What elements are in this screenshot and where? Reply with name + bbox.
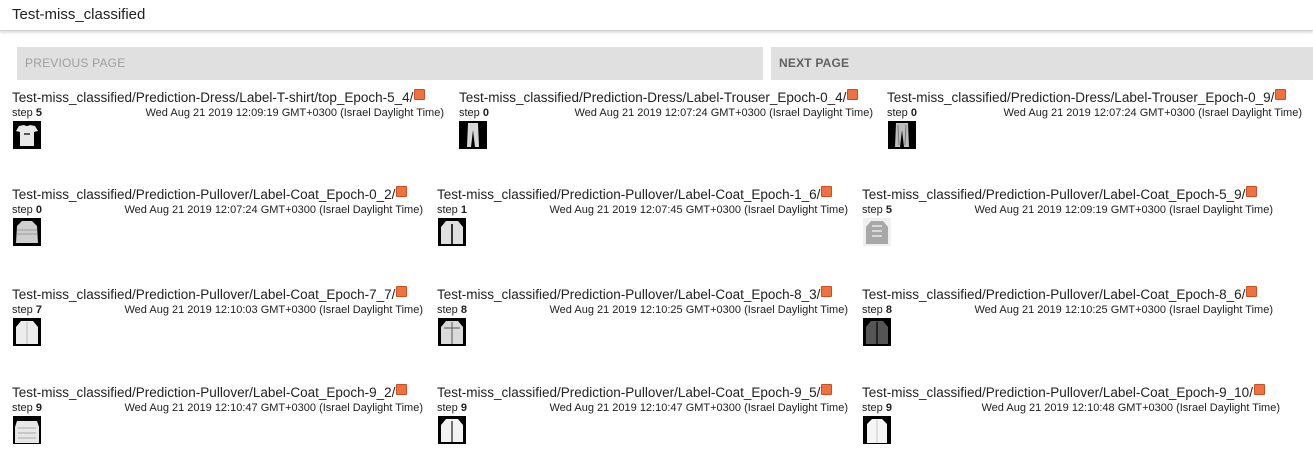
step-label: step 9 bbox=[12, 402, 42, 414]
timestamp: Wed Aug 21 2019 12:09:19 GMT+0300 (Israe… bbox=[974, 204, 1274, 216]
coat-thumbnail[interactable] bbox=[13, 416, 41, 444]
timestamp: Wed Aug 21 2019 12:10:47 GMT+0300 (Israe… bbox=[549, 402, 849, 414]
timestamp: Wed Aug 21 2019 12:07:24 GMT+0300 (Israe… bbox=[124, 204, 424, 216]
card-tag: Test-miss_classified/Prediction-Dress/La… bbox=[459, 88, 873, 106]
flag-icon[interactable] bbox=[821, 383, 833, 395]
timestamp: Wed Aug 21 2019 12:10:25 GMT+0300 (Israe… bbox=[974, 304, 1274, 316]
step-label: step 8 bbox=[862, 304, 892, 316]
timestamp: Wed Aug 21 2019 12:10:47 GMT+0300 (Israe… bbox=[124, 402, 424, 414]
image-card: Test-miss_classified/Prediction-Pullover… bbox=[437, 185, 849, 217]
flag-icon[interactable] bbox=[396, 185, 408, 197]
coat-thumbnail[interactable] bbox=[438, 416, 466, 444]
image-card: Test-miss_classified/Prediction-Pullover… bbox=[12, 285, 424, 317]
coat-thumbnail[interactable] bbox=[863, 318, 891, 346]
timestamp: Wed Aug 21 2019 12:10:03 GMT+0300 (Israe… bbox=[124, 304, 424, 316]
image-card: Test-miss_classified/Prediction-Dress/La… bbox=[459, 88, 874, 120]
flag-icon[interactable] bbox=[414, 88, 426, 100]
image-card: Test-miss_classified/Prediction-Pullover… bbox=[862, 185, 1274, 217]
step-label: step 7 bbox=[12, 304, 42, 316]
image-card: Test-miss_classified/Prediction-Dress/La… bbox=[887, 88, 1303, 120]
step-label: step 0 bbox=[12, 204, 42, 216]
timestamp: Wed Aug 21 2019 12:10:48 GMT+0300 (Israe… bbox=[981, 402, 1281, 414]
step-label: step 9 bbox=[862, 402, 892, 414]
step-label: step 5 bbox=[862, 204, 892, 216]
card-tag: Test-miss_classified/Prediction-Pullover… bbox=[862, 285, 1273, 303]
timestamp: Wed Aug 21 2019 12:07:45 GMT+0300 (Israe… bbox=[549, 204, 849, 216]
card-tag: Test-miss_classified/Prediction-Pullover… bbox=[862, 185, 1273, 203]
card-tag: Test-miss_classified/Prediction-Pullover… bbox=[12, 383, 423, 401]
image-card: Test-miss_classified/Prediction-Pullover… bbox=[437, 285, 849, 317]
step-label: step 5 bbox=[12, 107, 42, 119]
card-tag: Test-miss_classified/Prediction-Pullover… bbox=[862, 383, 1280, 401]
tshirt-thumbnail[interactable] bbox=[13, 121, 41, 149]
page-header: Test-miss_classified bbox=[0, 0, 1313, 31]
trouser-thumbnail[interactable] bbox=[888, 121, 916, 149]
step-label: step 8 bbox=[437, 304, 467, 316]
step-label: step 0 bbox=[887, 107, 917, 119]
card-tag: Test-miss_classified/Prediction-Pullover… bbox=[437, 285, 848, 303]
flag-icon[interactable] bbox=[396, 285, 408, 297]
flag-icon[interactable] bbox=[847, 88, 859, 100]
coat-thumbnail[interactable] bbox=[13, 318, 41, 346]
image-card: Test-miss_classified/Prediction-Dress/La… bbox=[12, 88, 445, 120]
card-tag: Test-miss_classified/Prediction-Dress/La… bbox=[887, 88, 1302, 106]
flag-icon[interactable] bbox=[1275, 88, 1287, 100]
flag-icon[interactable] bbox=[1246, 185, 1258, 197]
coat-thumbnail[interactable] bbox=[863, 218, 891, 246]
next-page-button[interactable]: NEXT PAGE bbox=[771, 47, 1313, 80]
coat-thumbnail[interactable] bbox=[438, 218, 466, 246]
flag-icon[interactable] bbox=[821, 185, 833, 197]
image-card: Test-miss_classified/Prediction-Pullover… bbox=[862, 383, 1281, 415]
timestamp: Wed Aug 21 2019 12:07:24 GMT+0300 (Israe… bbox=[574, 107, 874, 119]
image-card: Test-miss_classified/Prediction-Pullover… bbox=[862, 285, 1274, 317]
card-tag: Test-miss_classified/Prediction-Pullover… bbox=[12, 285, 423, 303]
trouser-thumbnail[interactable] bbox=[459, 121, 487, 149]
coat-thumbnail[interactable] bbox=[13, 218, 41, 246]
card-tag: Test-miss_classified/Prediction-Pullover… bbox=[437, 185, 848, 203]
image-card: Test-miss_classified/Prediction-Pullover… bbox=[12, 185, 424, 217]
flag-icon[interactable] bbox=[1246, 285, 1258, 297]
image-card: Test-miss_classified/Prediction-Pullover… bbox=[437, 383, 849, 415]
coat-thumbnail[interactable] bbox=[863, 416, 891, 444]
step-label: step 1 bbox=[437, 204, 467, 216]
timestamp: Wed Aug 21 2019 12:07:24 GMT+0300 (Israe… bbox=[1003, 107, 1303, 119]
flag-icon[interactable] bbox=[821, 285, 833, 297]
timestamp: Wed Aug 21 2019 12:10:25 GMT+0300 (Israe… bbox=[549, 304, 849, 316]
coat-thumbnail[interactable] bbox=[438, 318, 466, 346]
card-tag: Test-miss_classified/Prediction-Dress/La… bbox=[12, 88, 444, 106]
timestamp: Wed Aug 21 2019 12:09:19 GMT+0300 (Israe… bbox=[145, 107, 445, 119]
flag-icon[interactable] bbox=[1253, 383, 1265, 395]
page-title: Test-miss_classified bbox=[12, 6, 146, 23]
card-tag: Test-miss_classified/Prediction-Pullover… bbox=[12, 185, 423, 203]
previous-page-button[interactable]: PREVIOUS PAGE bbox=[17, 47, 763, 80]
step-label: step 0 bbox=[459, 107, 489, 119]
image-card: Test-miss_classified/Prediction-Pullover… bbox=[12, 383, 424, 415]
step-label: step 9 bbox=[437, 402, 467, 414]
card-tag: Test-miss_classified/Prediction-Pullover… bbox=[437, 383, 848, 401]
flag-icon[interactable] bbox=[396, 383, 408, 395]
